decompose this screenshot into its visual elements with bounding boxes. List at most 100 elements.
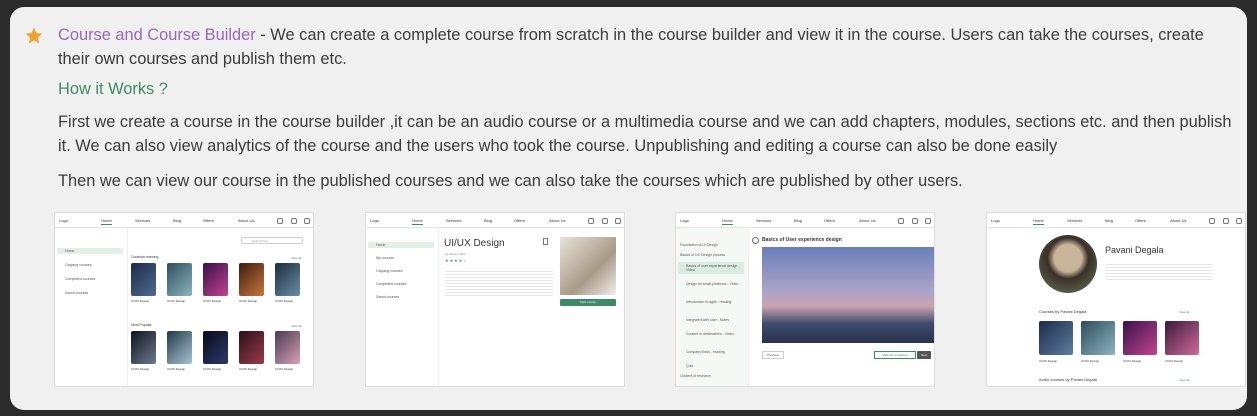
star-icon	[25, 27, 43, 44]
sidebar: Foundation of UI Design Basics of UX Des…	[676, 228, 749, 386]
nav-services: Services	[756, 218, 772, 223]
lesson-item: Integrated with user - Notes	[686, 318, 729, 322]
screenshot-profile[interactable]: Logo Home Services Blog Offers About Us …	[987, 213, 1245, 386]
feature-description: Course and Course Builder - We can creat…	[58, 26, 1204, 68]
sidebar-item-my-courses: My courses	[376, 256, 394, 260]
nav-blog: Blog	[484, 218, 493, 223]
nav-services: Services	[1067, 218, 1083, 223]
course-caption: UI/UX Design	[1123, 359, 1142, 363]
bookmark-icon	[543, 238, 548, 245]
rating-stars: ★★★★☆	[445, 258, 468, 263]
nav-logo: Logo	[59, 218, 68, 223]
sidebar-item-completed: Completed courses	[65, 277, 96, 281]
feature-card: Course and Course Builder - We can creat…	[10, 7, 1247, 410]
course-caption: UI/UX Design	[239, 299, 258, 303]
nav-home: Home	[722, 218, 733, 225]
how-paragraph-1: First we create a course in the course b…	[58, 113, 1232, 155]
nav-logo: Logo	[370, 218, 379, 223]
course-thumb	[1123, 321, 1157, 355]
course-thumb	[1165, 321, 1199, 355]
nav-offers: Offers	[514, 218, 525, 223]
sidebar: Home My courses Ongoing courses Complete…	[366, 228, 439, 386]
user-icon	[925, 218, 931, 224]
lesson-image	[762, 247, 934, 343]
nav-blog: Blog	[1105, 218, 1114, 223]
course-thumb	[167, 263, 192, 296]
course-thumb	[131, 263, 156, 296]
previous-button: Previous	[762, 351, 784, 359]
course-caption: UI/UX Design	[167, 299, 186, 303]
course-thumb	[1081, 321, 1115, 355]
nav-home: Home	[101, 218, 112, 225]
course-author: by James Clear	[445, 252, 466, 256]
course-thumb	[239, 331, 264, 364]
lesson-item: Company flows - reading	[686, 350, 725, 354]
user-icon	[1236, 218, 1242, 224]
nav-offers: Offers	[203, 218, 214, 223]
nav-about: About Us	[859, 218, 876, 223]
nav-blog: Blog	[794, 218, 803, 223]
lesson-title: Basics of User experience design	[762, 237, 842, 243]
nav-bar: Logo Home Services Blog Offers About Us	[987, 213, 1245, 228]
course-thumb	[239, 263, 264, 296]
screenshot-course-detail[interactable]: Logo Home Services Blog Offers About Us …	[366, 213, 624, 386]
nav-offers: Offers	[1135, 218, 1146, 223]
course-caption: UI/UX Design	[1165, 359, 1184, 363]
sidebar-item-ongoing: Ongoing courses	[376, 269, 403, 273]
lesson-item: Design for small platforms - Video	[686, 282, 739, 286]
screenshot-lesson-view[interactable]: Logo Home Services Blog Offers About Us …	[676, 213, 934, 386]
nav-home: Home	[412, 218, 423, 225]
nav-about: About Us	[1170, 218, 1187, 223]
mark-completed-button: Mark as completed	[874, 351, 916, 359]
how-it-works-heading: How it Works ?	[58, 80, 168, 98]
course-thumb	[1039, 321, 1073, 355]
nav-services: Services	[135, 218, 151, 223]
course-caption: UI/UX Design	[1039, 359, 1058, 363]
nav-bar: Logo Home Services Blog Offers About Us	[676, 213, 934, 228]
course-caption: UI/UX Design	[167, 367, 186, 371]
search-icon	[588, 218, 594, 224]
course-caption: UI/UX Design	[239, 367, 258, 371]
nav-bar: Logo Home Services Blog Offers About Us	[55, 213, 313, 228]
view-all-link: View all	[291, 324, 302, 328]
course-caption: UI/UX Design	[131, 299, 150, 303]
nav-about: About Us	[238, 218, 255, 223]
course-thumb	[203, 331, 228, 364]
course-thumb	[203, 263, 228, 296]
course-title: UI/UX Design	[444, 238, 505, 249]
nav-blog: Blog	[173, 218, 182, 223]
avatar	[1039, 235, 1097, 293]
module-item: Content of research	[680, 374, 711, 378]
search-input: Search here	[241, 237, 303, 244]
nav-bar: Logo Home Services Blog Offers About Us	[366, 213, 624, 228]
course-caption: UI/UX Design	[203, 367, 222, 371]
lesson-item: Basics of user experience design - Video	[686, 264, 740, 272]
course-caption: UI/UX Design	[275, 367, 294, 371]
view-all-link: View all	[1179, 378, 1190, 382]
view-all-link: View all	[291, 256, 302, 260]
course-description	[445, 269, 553, 297]
course-image	[560, 237, 616, 295]
lesson-item: Quiz	[686, 364, 694, 368]
audio-courses-heading: Audio courses by Pavani Degala	[1039, 377, 1097, 382]
start-course-button: Start course	[560, 299, 616, 306]
lesson-item: Introduction to agile - reading	[686, 300, 732, 304]
continue-heading: Continue learning	[131, 255, 159, 259]
how-paragraph-2: Then we can view our course in the publi…	[58, 172, 963, 190]
module-item: Foundation of UI Design	[680, 243, 718, 247]
nav-logo: Logo	[991, 218, 1000, 223]
next-button: Next	[917, 351, 931, 359]
screenshot-dashboard[interactable]: Logo Home Services Blog Offers About Us …	[55, 213, 313, 386]
feature-title: Course and Course Builder	[58, 26, 256, 44]
profile-bio	[1105, 262, 1213, 280]
course-caption: UI/UX Design	[203, 299, 222, 303]
sidebar-item-ongoing: Ongoing courses	[65, 263, 92, 267]
course-thumb	[275, 263, 300, 296]
course-thumb	[131, 331, 156, 364]
sidebar-item-saved: Saved courses	[376, 295, 400, 299]
nav-offers: Offers	[824, 218, 835, 223]
course-thumb	[167, 331, 192, 364]
sidebar-item-home: Home	[376, 243, 386, 247]
nav-logo: Logo	[680, 218, 689, 223]
bell-icon	[1223, 218, 1229, 224]
